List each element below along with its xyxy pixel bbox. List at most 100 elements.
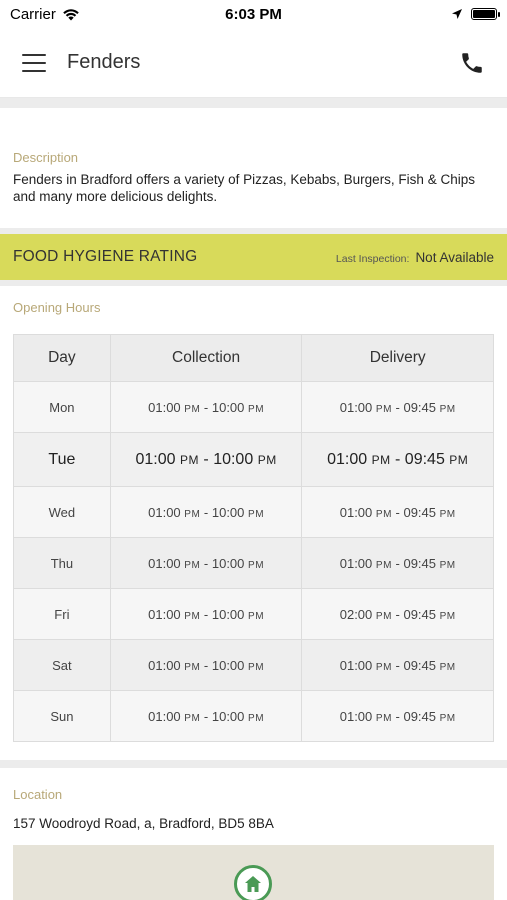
pm-suffix: PM [184, 610, 201, 622]
delivery-cell: 01:00 PM - 09:45 PM [301, 639, 494, 691]
location-arrow-icon [452, 9, 462, 19]
pm-suffix: PM [257, 452, 277, 467]
time-end: 09:45 [403, 399, 437, 415]
time-start: 01:00 [148, 606, 181, 622]
description-text: Fenders in Bradford offers a variety of … [13, 172, 475, 204]
location-address: 157 Woodroyd Road, a, Bradford, BD5 8BA [13, 816, 274, 831]
table-header-row: Day Collection Delivery [13, 334, 494, 382]
pm-suffix: PM [375, 403, 392, 415]
pm-suffix: PM [439, 559, 456, 571]
status-bar: Carrier 6:03 PM [0, 0, 507, 28]
time-end: 10:00 [211, 657, 245, 673]
delivery-cell: 02:00 PM - 09:45 PM [301, 588, 494, 640]
delivery-cell: 01:00 PM - 09:45 PM [301, 432, 494, 487]
time-start: 01:00 [327, 450, 368, 468]
pm-suffix: PM [248, 661, 265, 673]
pm-suffix: PM [184, 559, 201, 571]
day-cell: Wed [13, 486, 111, 538]
pm-suffix: PM [179, 452, 199, 467]
pm-suffix: PM [375, 712, 392, 724]
table-row: Sun 01:00 PM - 10:00 PM 01:00 PM - 09:45 P… [13, 690, 494, 742]
time-start: 01:00 [339, 504, 373, 520]
home-pin-icon[interactable] [234, 865, 272, 900]
opening-hours-section: Opening Hours Day Collection Delivery Mo… [0, 286, 507, 760]
time-start: 02:00 [339, 606, 373, 622]
last-inspection-label: Last Inspection: [335, 252, 410, 265]
pm-suffix: PM [248, 610, 265, 622]
pm-suffix: PM [439, 661, 456, 673]
opening-hours-label: Opening Hours [13, 300, 101, 315]
collection-cell: 01:00 PM - 10:00 PM [109, 381, 303, 433]
pm-suffix: PM [439, 403, 456, 415]
collection-cell: 01:00 PM - 10:00 PM [109, 486, 303, 538]
opening-hours-body: Mon 01:00 PM - 10:00 PM 01:00 PM - 09:45 P… [13, 381, 494, 742]
column-header-delivery: Delivery [301, 334, 494, 382]
pm-suffix: PM [371, 452, 391, 467]
time-end: 09:45 [403, 657, 437, 673]
delivery-cell: 01:00 PM - 09:45 PM [301, 381, 494, 433]
time-end: 10:00 [211, 708, 245, 724]
pm-suffix: PM [375, 610, 392, 622]
table-row: Sat 01:00 PM - 10:00 PM 01:00 PM - 09:45 P… [13, 639, 494, 691]
last-inspection: Last Inspection: Not Available [336, 250, 494, 265]
delivery-cell: 01:00 PM - 09:45 PM [301, 690, 494, 742]
day-cell: Sat [13, 639, 111, 691]
time-start: 01:00 [148, 399, 181, 415]
day-cell: Sun [13, 690, 111, 742]
table-row: Wed 01:00 PM - 10:00 PM 01:00 PM - 09:45 P… [13, 486, 494, 538]
pm-suffix: PM [375, 661, 392, 673]
time-end: 10:00 [211, 504, 245, 520]
home-icon [245, 876, 261, 892]
pm-suffix: PM [248, 508, 265, 520]
day-cell: Thu [13, 537, 111, 589]
time-start: 01:00 [339, 555, 373, 571]
time-start: 01:00 [148, 555, 181, 571]
time-start: 01:00 [135, 450, 176, 468]
time-end: 09:45 [403, 555, 437, 571]
pm-suffix: PM [375, 508, 392, 520]
time-start: 01:00 [148, 657, 181, 673]
app-header: Fenders [0, 28, 507, 98]
page-title: Fenders [67, 51, 141, 73]
pm-suffix: PM [184, 661, 201, 673]
opening-hours-table: Day Collection Delivery Mon 01:00 PM - 10… [13, 334, 494, 742]
delivery-cell: 01:00 PM - 09:45 PM [301, 537, 494, 589]
carrier-label: Carrier [10, 5, 56, 23]
time-end: 10:00 [211, 555, 245, 571]
day-cell: Mon [13, 381, 111, 433]
time-end: 10:00 [211, 606, 245, 622]
food-hygiene-bar: FOOD HYGIENE RATING Last Inspection: Not… [0, 234, 507, 280]
collection-cell: 01:00 PM - 10:00 PM [109, 432, 303, 487]
time-end: 09:45 [404, 450, 445, 468]
pm-suffix: PM [248, 403, 265, 415]
location-map[interactable] [13, 845, 494, 900]
time-end: 10:00 [211, 399, 245, 415]
column-header-day: Day [13, 334, 111, 382]
table-row: Tue 01:00 PM - 10:00 PM 01:00 PM - 09:45 P… [13, 432, 494, 487]
collection-cell: 01:00 PM - 10:00 PM [109, 588, 303, 640]
location-label: Location [13, 787, 63, 802]
pm-suffix: PM [248, 712, 265, 724]
column-header-collection: Collection [109, 334, 303, 382]
phone-icon[interactable] [459, 50, 485, 76]
collection-cell: 01:00 PM - 10:00 PM [109, 537, 303, 589]
pm-suffix: PM [184, 403, 201, 415]
time-start: 01:00 [339, 708, 373, 724]
time-end: 09:45 [403, 606, 437, 622]
collection-cell: 01:00 PM - 10:00 PM [109, 690, 303, 742]
pm-suffix: PM [439, 508, 456, 520]
day-cell: Tue [13, 432, 111, 487]
hamburger-menu-icon[interactable] [22, 53, 46, 72]
time-start: 01:00 [148, 504, 181, 520]
delivery-cell: 01:00 PM - 09:45 PM [301, 486, 494, 538]
table-row: Thu 01:00 PM - 10:00 PM 01:00 PM - 09:45 P… [13, 537, 494, 589]
time-end: 09:45 [403, 708, 437, 724]
time-start: 01:00 [339, 657, 373, 673]
description-section: Description Fenders in Bradford offers a… [0, 108, 507, 228]
table-row: Mon 01:00 PM - 10:00 PM 01:00 PM - 09:45 P… [13, 381, 494, 433]
time-start: 01:00 [339, 399, 373, 415]
pm-suffix: PM [184, 712, 201, 724]
pm-suffix: PM [439, 712, 456, 724]
food-hygiene-title: FOOD HYGIENE RATING [13, 248, 198, 265]
status-right [451, 8, 500, 20]
